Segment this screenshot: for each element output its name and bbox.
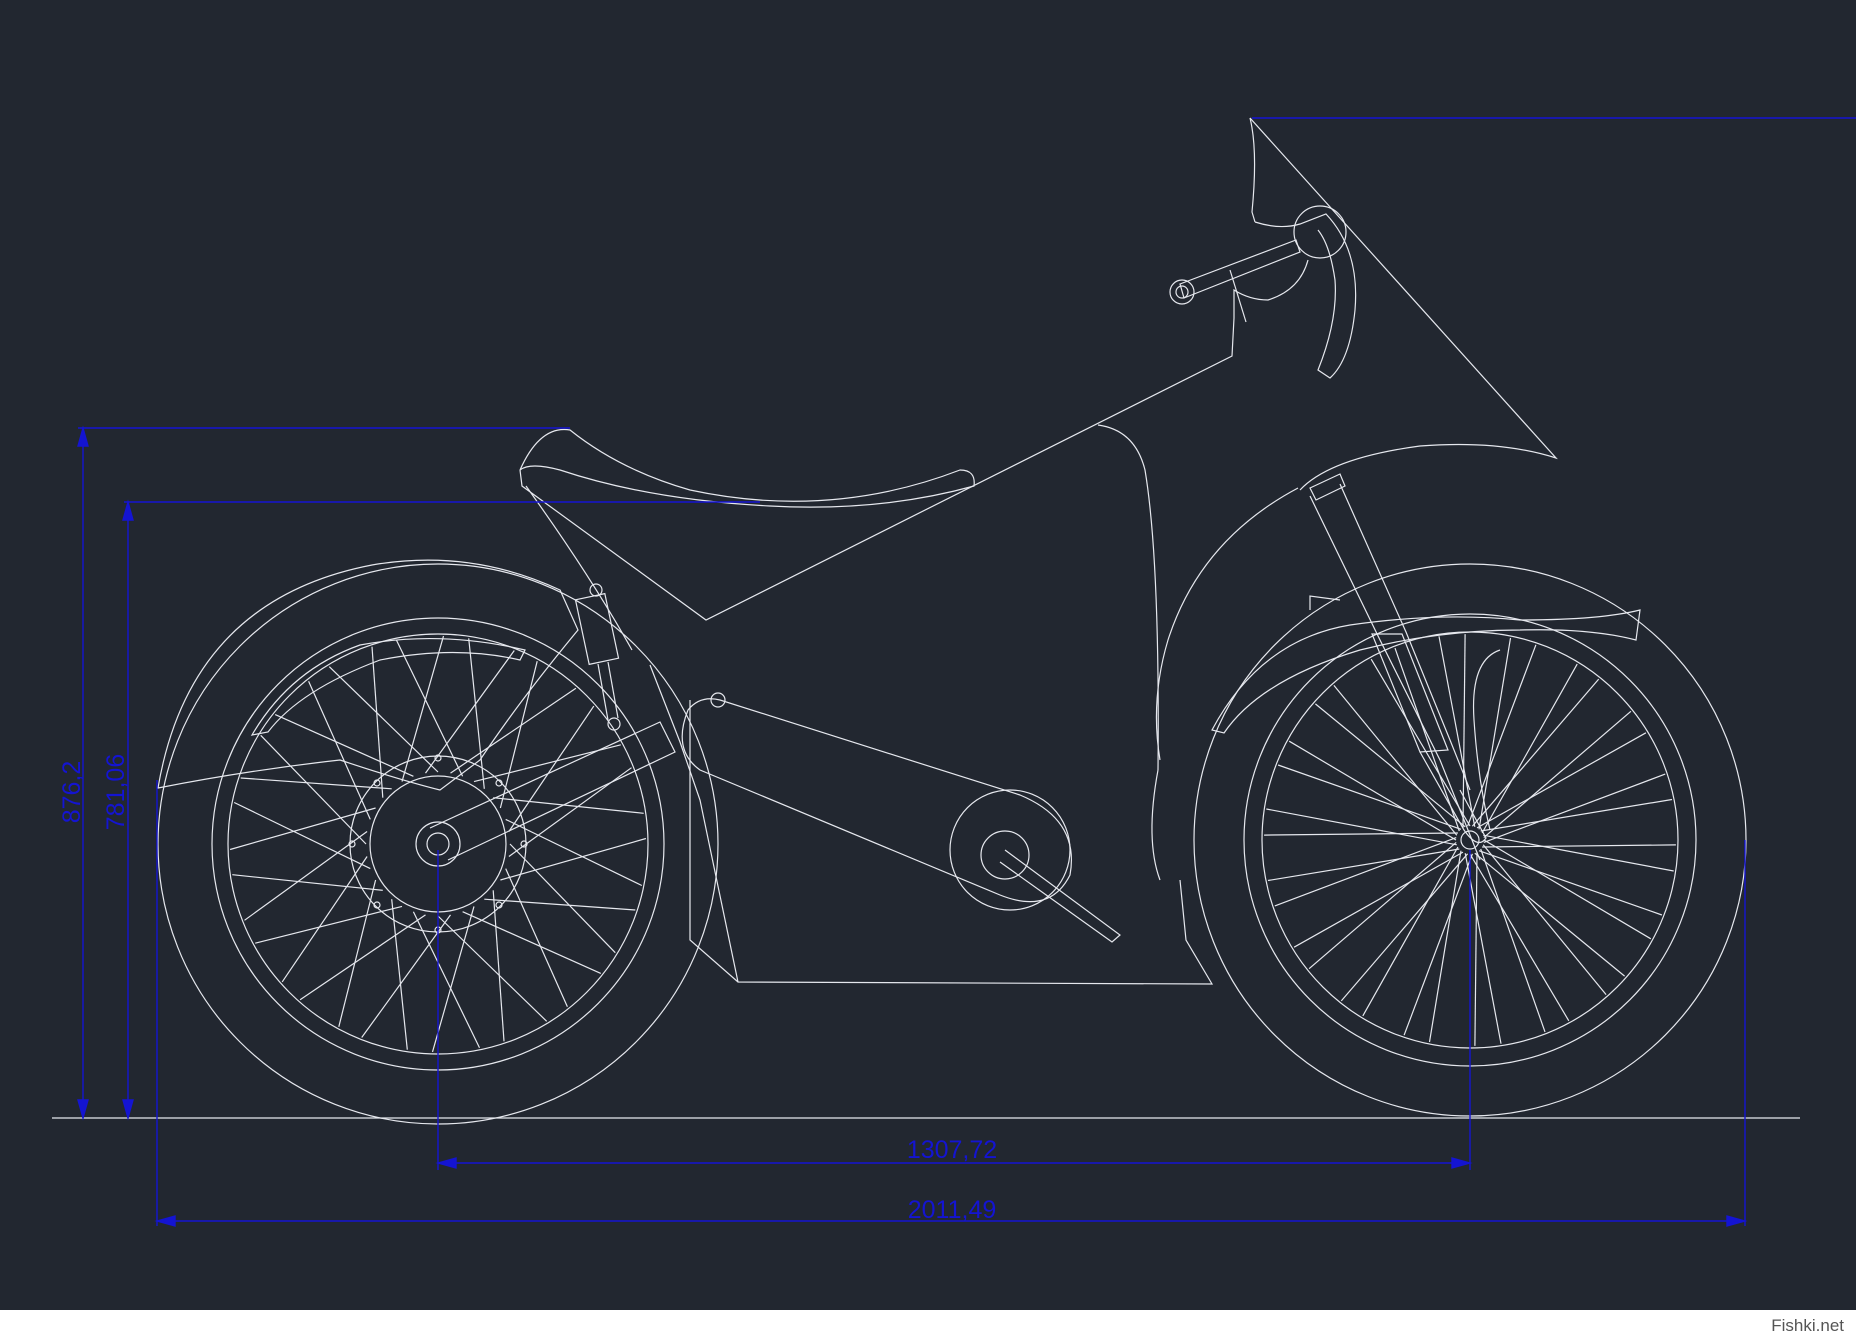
swingarm [429,721,676,861]
spoke [308,680,371,820]
spoke [1438,636,1476,827]
spoke [500,837,647,881]
cad-drawing-canvas: 876,2 781,06 1307,72 2011,49 [0,0,1856,1310]
seat [519,428,975,508]
spoke [229,807,376,851]
spoke [1482,844,1676,848]
dim-overall-height: 876,2 [58,761,86,824]
spoke [1483,839,1652,940]
dimension-annotations [77,117,1856,1227]
spoke [1474,852,1478,1046]
spoke [1478,850,1663,916]
spoke [391,899,408,1050]
spoke [232,874,383,891]
dim-overall-length: 2011,49 [908,1196,997,1224]
spoke [1277,764,1462,830]
spoke [499,661,538,809]
spoke [1474,852,1625,977]
spoke [462,911,602,974]
motorcycle-drawing [52,117,1800,1125]
spoke [244,831,368,921]
spoke [240,777,392,790]
spoke [338,879,377,1027]
dim-wheelbase: 1307,72 [907,1136,997,1164]
spoke [425,650,515,774]
front-fairing [1155,117,1558,761]
spoke [1483,834,1674,872]
dim-seat-height: 781,06 [102,754,130,830]
spoke [505,868,568,1008]
spoke [1288,740,1457,841]
spoke [1370,658,1471,827]
spoke [492,890,505,1042]
spoke [260,734,367,845]
front-fork [1309,473,1487,861]
spoke [484,898,636,911]
spoke [509,843,616,954]
spoke [1482,844,1607,995]
spoke [437,915,548,1022]
spoke [401,635,445,782]
spoke [1266,808,1457,846]
watermark: Fishki.net [1771,1316,1844,1335]
front-fender [1211,595,1641,734]
spoke [361,914,451,1038]
spoke [1264,832,1458,836]
spoke [371,646,384,798]
spoke [493,797,644,814]
footer-bar [0,1310,1856,1339]
spoke [1333,685,1458,836]
spoke [431,906,475,1053]
spoke [274,714,414,777]
spoke [1480,848,1546,1033]
chain-case [681,692,1121,943]
spoke [1469,853,1570,1022]
spoke [255,905,403,944]
frame-upper [519,317,1235,881]
spoke [328,666,439,773]
